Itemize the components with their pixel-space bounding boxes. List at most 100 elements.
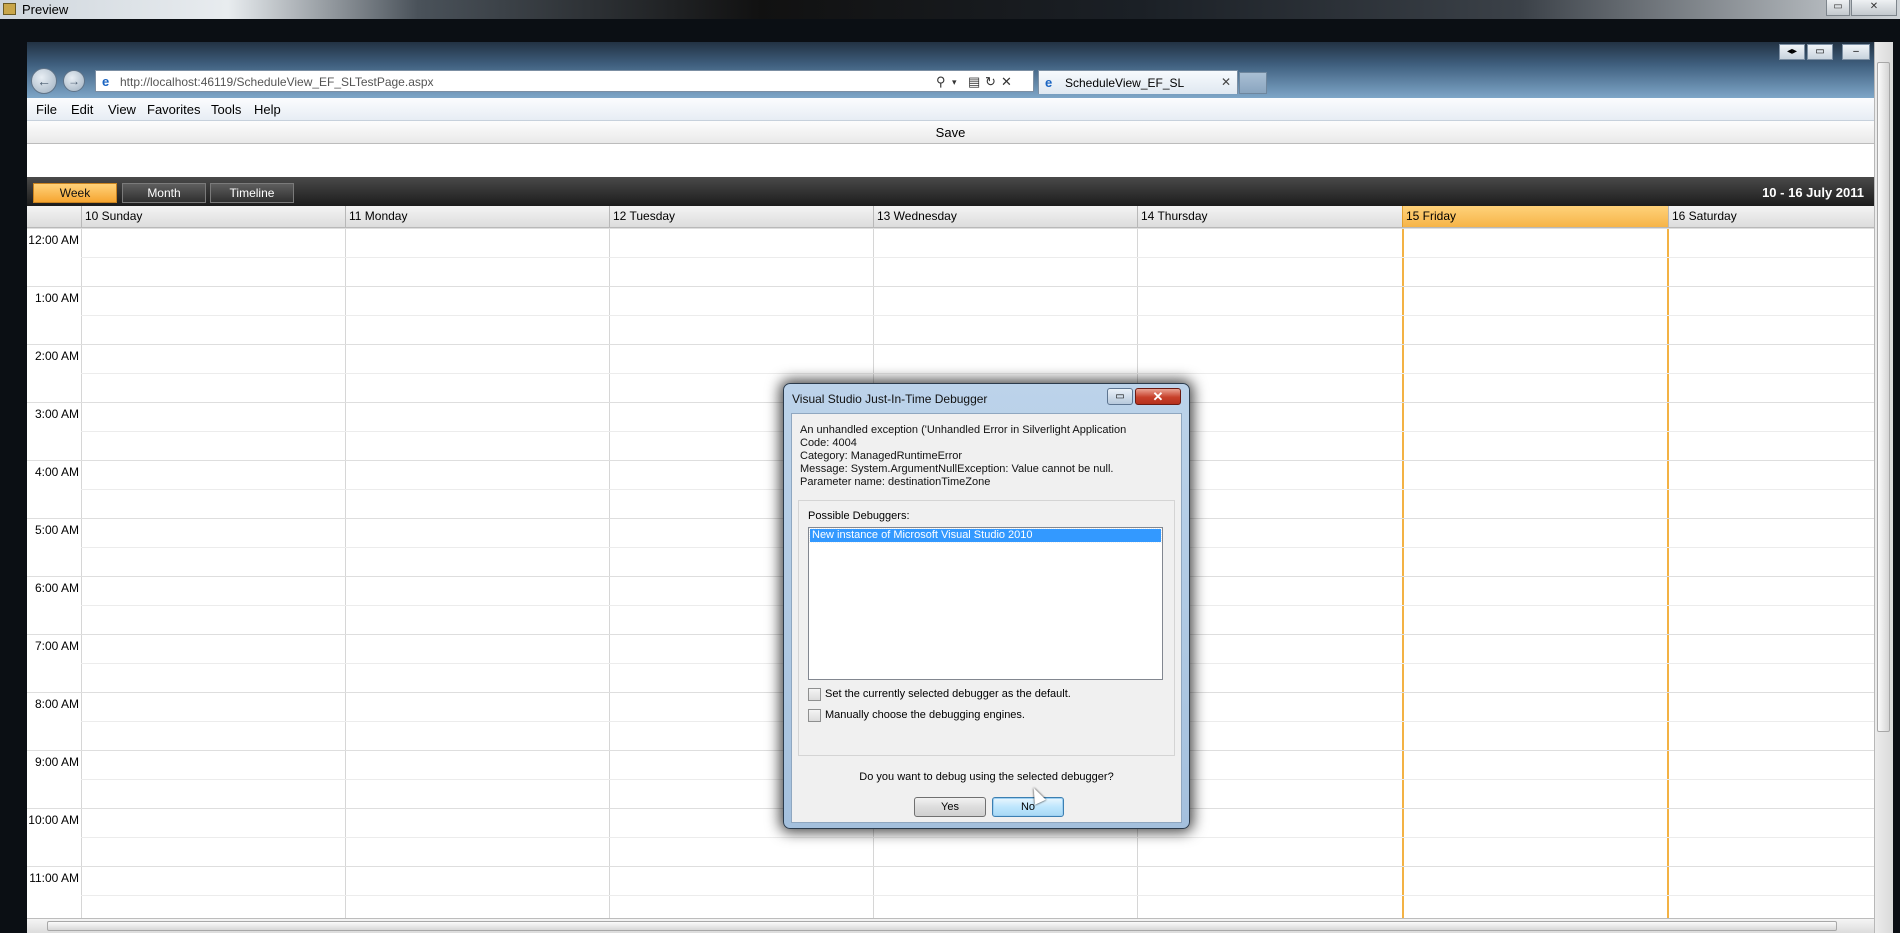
message-line: Message: System.ArgumentNullException: V… — [800, 463, 1114, 475]
menu-bar: File Edit View Favorites Tools Help — [27, 98, 1874, 121]
day-column-divider — [345, 228, 346, 918]
menu-file[interactable]: File — [36, 102, 57, 117]
tab-title: ScheduleView_EF_SL — [1065, 76, 1185, 90]
day-header[interactable]: 13 Wednesday — [873, 206, 1137, 227]
menu-view[interactable]: View — [108, 102, 136, 117]
time-label: 9:00 AM — [34, 755, 79, 769]
no-button[interactable]: No — [992, 797, 1064, 817]
half-hour-line — [81, 315, 1874, 316]
debugger-group: Possible Debuggers: New instance of Micr… — [798, 500, 1175, 756]
hour-line — [27, 866, 1874, 867]
save-bar: Save — [27, 121, 1874, 144]
debuggers-listbox[interactable]: New instance of Microsoft Visual Studio … — [808, 527, 1163, 680]
day-header[interactable]: 16 Saturday — [1668, 206, 1874, 227]
half-hour-line — [81, 373, 1874, 374]
day-header[interactable]: 14 Thursday — [1137, 206, 1402, 227]
time-label: 3:00 AM — [34, 407, 79, 421]
half-hour-line — [81, 837, 1874, 838]
preview-title-bar: Preview ▭ ✕ — [0, 0, 1900, 19]
hour-line — [27, 228, 1874, 229]
horizontal-scrollbar[interactable] — [27, 918, 1874, 933]
ie-icon: e — [102, 74, 110, 89]
back-icon[interactable]: ← — [31, 68, 57, 94]
time-label: 1:00 AM — [34, 291, 79, 305]
new-tab-button[interactable] — [1239, 72, 1267, 94]
day-column-divider — [1667, 228, 1669, 918]
vertical-scroll-thumb[interactable] — [1877, 62, 1890, 732]
day-header[interactable]: 11 Monday — [345, 206, 609, 227]
preview-close-icon[interactable]: ✕ — [1851, 0, 1897, 16]
preview-title: Preview — [22, 2, 69, 17]
default-debugger-checkbox[interactable] — [808, 688, 821, 701]
time-label: 5:00 AM — [34, 523, 79, 537]
hour-line — [27, 286, 1874, 287]
compat-icon[interactable]: ▤ — [968, 74, 980, 90]
message-line: Code: 4004 — [800, 437, 857, 449]
debuggers-label: Possible Debuggers: — [808, 510, 910, 522]
browser-tab[interactable]: e ScheduleView_EF_SL ✕ — [1038, 70, 1238, 94]
day-headers: 10 Sunday 11 Monday 12 Tuesday 13 Wednes… — [27, 206, 1874, 228]
time-label: 11:00 AM — [29, 871, 79, 885]
day-header[interactable]: 10 Sunday — [81, 206, 345, 227]
menu-favorites[interactable]: Favorites — [147, 102, 200, 117]
dialog-title: Visual Studio Just-In-Time Debugger — [792, 392, 988, 406]
day-column-divider — [609, 228, 610, 918]
week-view-button[interactable]: Week — [33, 183, 117, 203]
tab-ie-icon: e — [1045, 75, 1053, 90]
debugger-option[interactable]: New instance of Microsoft Visual Studio … — [809, 528, 1162, 543]
time-label: 12:00 AM — [28, 233, 79, 247]
address-bar[interactable]: e http://localhost:46119/ScheduleView_EF… — [95, 70, 1034, 92]
day-header[interactable]: 12 Tuesday — [609, 206, 873, 227]
dialog-body: An unhandled exception ('Unhandled Error… — [791, 413, 1182, 823]
manual-engines-checkbox[interactable] — [808, 709, 821, 722]
refresh-icon[interactable]: ↻ — [985, 74, 996, 90]
time-label: 10:00 AM — [28, 813, 79, 827]
time-ruler: 12:00 AM 1:00 AM 2:00 AM 3:00 AM 4:00 AM 5:00… — [27, 228, 82, 918]
menu-tools[interactable]: Tools — [211, 102, 241, 117]
browser-restore-icon[interactable]: ▭ — [1807, 44, 1833, 60]
stop-icon[interactable]: ✕ — [1001, 74, 1012, 90]
message-line: An unhandled exception ('Unhandled Error… — [800, 424, 1127, 436]
browser-chrome: ◂▸ ▭ – ← → e http://localhost:46119/Sche… — [27, 42, 1874, 98]
half-hour-line — [81, 895, 1874, 896]
header-spacer — [27, 144, 1874, 177]
save-button[interactable]: Save — [936, 125, 966, 140]
day-header-today[interactable]: 15 Friday — [1402, 206, 1668, 227]
tab-close-icon[interactable]: ✕ — [1221, 75, 1231, 89]
time-label: 7:00 AM — [34, 639, 79, 653]
browser-toggle-icon[interactable]: ◂▸ — [1779, 44, 1805, 60]
default-debugger-label[interactable]: Set the currently selected debugger as t… — [825, 688, 1071, 700]
address-url[interactable]: http://localhost:46119/ScheduleView_EF_S… — [120, 75, 434, 89]
time-label: 2:00 AM — [34, 349, 79, 363]
jit-debugger-dialog: Visual Studio Just-In-Time Debugger ▭ ✕ … — [783, 383, 1190, 829]
debug-question: Do you want to debug using the selected … — [859, 771, 1114, 783]
hour-line — [27, 344, 1874, 345]
message-line: Category: ManagedRuntimeError — [800, 450, 963, 462]
month-view-button[interactable]: Month — [122, 183, 206, 203]
timeline-view-button[interactable]: Timeline — [210, 183, 294, 203]
half-hour-line — [81, 257, 1874, 258]
view-toolbar: Week Month Timeline 10 - 16 July 2011 — [27, 177, 1874, 206]
preview-restore-icon[interactable]: ▭ — [1826, 0, 1850, 16]
dropdown-icon[interactable]: ▾ — [952, 77, 957, 88]
yes-button[interactable]: Yes — [914, 797, 986, 817]
day-column-divider — [1402, 228, 1404, 918]
search-icon[interactable]: ⚲ — [936, 74, 946, 90]
menu-help[interactable]: Help — [254, 102, 281, 117]
browser-minimize-icon[interactable]: – — [1842, 44, 1870, 60]
time-label: 4:00 AM — [34, 465, 79, 479]
time-label: 8:00 AM — [34, 697, 79, 711]
message-line: Parameter name: destinationTimeZone — [800, 476, 991, 488]
vertical-scrollbar[interactable] — [1874, 42, 1893, 933]
day-column-divider — [81, 228, 82, 918]
preview-app-icon — [3, 3, 16, 15]
dialog-close-icon[interactable]: ✕ — [1135, 388, 1181, 405]
exception-message: An unhandled exception ('Unhandled Error… — [800, 424, 1126, 489]
menu-edit[interactable]: Edit — [71, 102, 93, 117]
dialog-restore-icon[interactable]: ▭ — [1107, 388, 1133, 405]
background-strip — [0, 19, 27, 933]
background-strip-right — [1892, 19, 1900, 933]
forward-icon[interactable]: → — [63, 70, 85, 92]
manual-engines-label[interactable]: Manually choose the debugging engines. — [825, 709, 1025, 721]
horizontal-scroll-thumb[interactable] — [47, 921, 1837, 931]
